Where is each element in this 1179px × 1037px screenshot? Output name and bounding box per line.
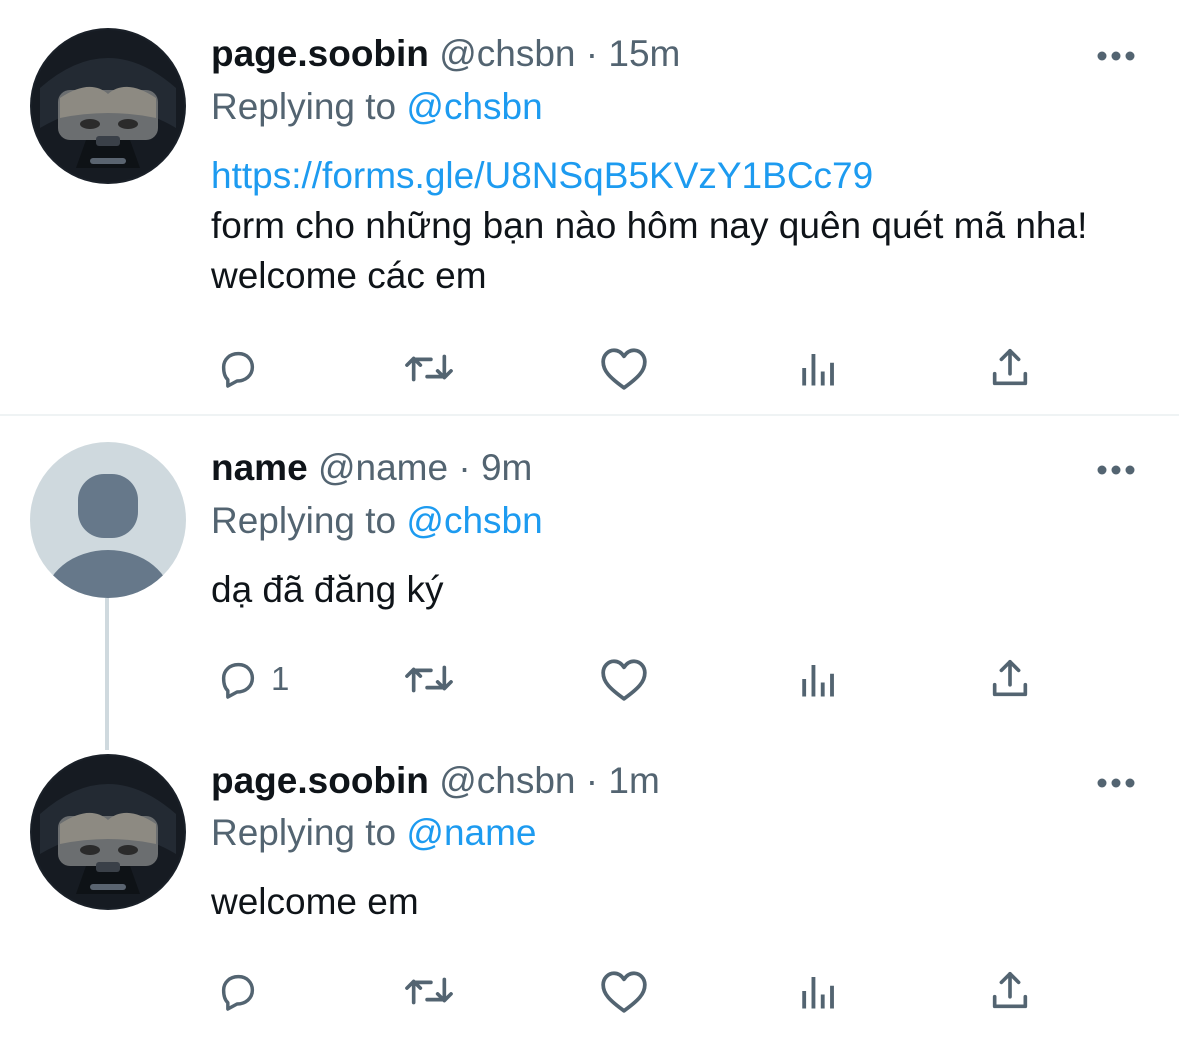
tweet-text: welcome em bbox=[211, 881, 419, 922]
reply-button[interactable] bbox=[215, 343, 271, 393]
handle[interactable]: @chsbn bbox=[439, 33, 575, 74]
separator: · bbox=[585, 33, 599, 74]
tweet-2[interactable]: name @name · 9m Replying to @chsbn dạ đã… bbox=[0, 416, 1179, 734]
tweet-text: dạ đã đăng ký bbox=[211, 569, 444, 610]
avatar-helmet[interactable] bbox=[30, 28, 186, 184]
tweet-body: welcome em bbox=[211, 877, 1111, 927]
reply-button[interactable]: 1 bbox=[215, 654, 289, 704]
share-button[interactable] bbox=[987, 966, 1033, 1016]
tweet-header: page.soobin @chsbn · 1m bbox=[211, 759, 660, 803]
retweet-icon bbox=[405, 977, 453, 1005]
heart-icon bbox=[601, 971, 647, 1013]
separator: · bbox=[585, 760, 599, 801]
tweet-link[interactable]: https://forms.gle/U8NSqB5KVzY1BCc79 bbox=[211, 151, 1111, 201]
display-name[interactable]: page.soobin bbox=[211, 760, 429, 801]
helmet-avatar-image bbox=[30, 754, 186, 910]
more-horizontal-icon bbox=[1097, 778, 1135, 788]
helmet-avatar-image bbox=[30, 28, 186, 184]
reply-icon bbox=[221, 351, 255, 388]
share-button[interactable] bbox=[987, 343, 1033, 393]
share-icon bbox=[992, 348, 1028, 386]
tweet-3[interactable]: page.soobin @chsbn · 1m Replying to @nam… bbox=[0, 730, 1179, 1037]
more-horizontal-icon bbox=[1097, 51, 1135, 61]
analytics-icon bbox=[802, 977, 834, 1009]
avatar-default[interactable] bbox=[30, 442, 186, 598]
replying-prefix: Replying to bbox=[211, 812, 397, 853]
replying-to: Replying to @chsbn bbox=[211, 499, 543, 543]
share-button[interactable] bbox=[987, 654, 1033, 704]
retweet-icon bbox=[405, 665, 453, 693]
retweet-button[interactable] bbox=[401, 966, 457, 1016]
analytics-icon bbox=[802, 354, 834, 386]
heart-icon bbox=[601, 659, 647, 701]
share-icon bbox=[992, 971, 1028, 1009]
replying-to: Replying to @name bbox=[211, 811, 537, 855]
heart-icon bbox=[601, 348, 647, 390]
tweet-body: dạ đã đăng ký bbox=[211, 565, 1111, 615]
timestamp[interactable]: 1m bbox=[608, 760, 659, 801]
retweet-button[interactable] bbox=[401, 343, 457, 393]
analytics-button[interactable] bbox=[797, 966, 839, 1016]
display-name[interactable]: page.soobin bbox=[211, 33, 429, 74]
tweet-header: name @name · 9m bbox=[211, 446, 532, 490]
retweet-button[interactable] bbox=[401, 654, 457, 704]
timestamp[interactable]: 9m bbox=[481, 447, 532, 488]
tweet-body: https://forms.gle/U8NSqB5KVzY1BCc79 form… bbox=[211, 151, 1111, 301]
replying-prefix: Replying to bbox=[211, 86, 397, 127]
timestamp[interactable]: 15m bbox=[608, 33, 680, 74]
more-options-button[interactable] bbox=[1096, 49, 1136, 61]
replying-to-mention[interactable]: @chsbn bbox=[406, 86, 542, 127]
more-horizontal-icon bbox=[1097, 465, 1135, 475]
tweet-text: form cho những bạn nào hôm nay quên quét… bbox=[211, 205, 1088, 296]
retweet-icon bbox=[405, 354, 453, 382]
default-profile-icon bbox=[30, 442, 186, 598]
like-button[interactable] bbox=[599, 966, 649, 1016]
action-bar: 1 bbox=[211, 654, 1091, 704]
analytics-button[interactable] bbox=[797, 654, 839, 704]
replying-to: Replying to @chsbn bbox=[211, 85, 543, 129]
more-options-button[interactable] bbox=[1096, 776, 1136, 788]
thread-connector-line bbox=[105, 598, 109, 750]
action-bar bbox=[211, 966, 1091, 1016]
reply-count: 1 bbox=[271, 660, 290, 697]
tweet-1[interactable]: page.soobin @chsbn · 15m Replying to @ch… bbox=[0, 0, 1179, 414]
action-bar bbox=[211, 343, 1091, 393]
reply-button[interactable] bbox=[215, 966, 271, 1016]
analytics-button[interactable] bbox=[797, 343, 839, 393]
analytics-icon bbox=[802, 665, 834, 697]
replying-to-mention[interactable]: @chsbn bbox=[406, 500, 542, 541]
display-name[interactable]: name bbox=[211, 447, 308, 488]
share-icon bbox=[992, 659, 1028, 697]
reply-icon bbox=[221, 974, 255, 1011]
avatar-helmet[interactable] bbox=[30, 754, 186, 910]
like-button[interactable] bbox=[599, 654, 649, 704]
like-button[interactable] bbox=[599, 343, 649, 393]
reply-icon bbox=[221, 662, 255, 699]
replying-to-mention[interactable]: @name bbox=[406, 812, 536, 853]
handle[interactable]: @chsbn bbox=[439, 760, 575, 801]
handle[interactable]: @name bbox=[318, 447, 448, 488]
tweet-header: page.soobin @chsbn · 15m bbox=[211, 32, 680, 76]
more-options-button[interactable] bbox=[1096, 463, 1136, 475]
separator: · bbox=[458, 447, 471, 488]
replying-prefix: Replying to bbox=[211, 500, 397, 541]
